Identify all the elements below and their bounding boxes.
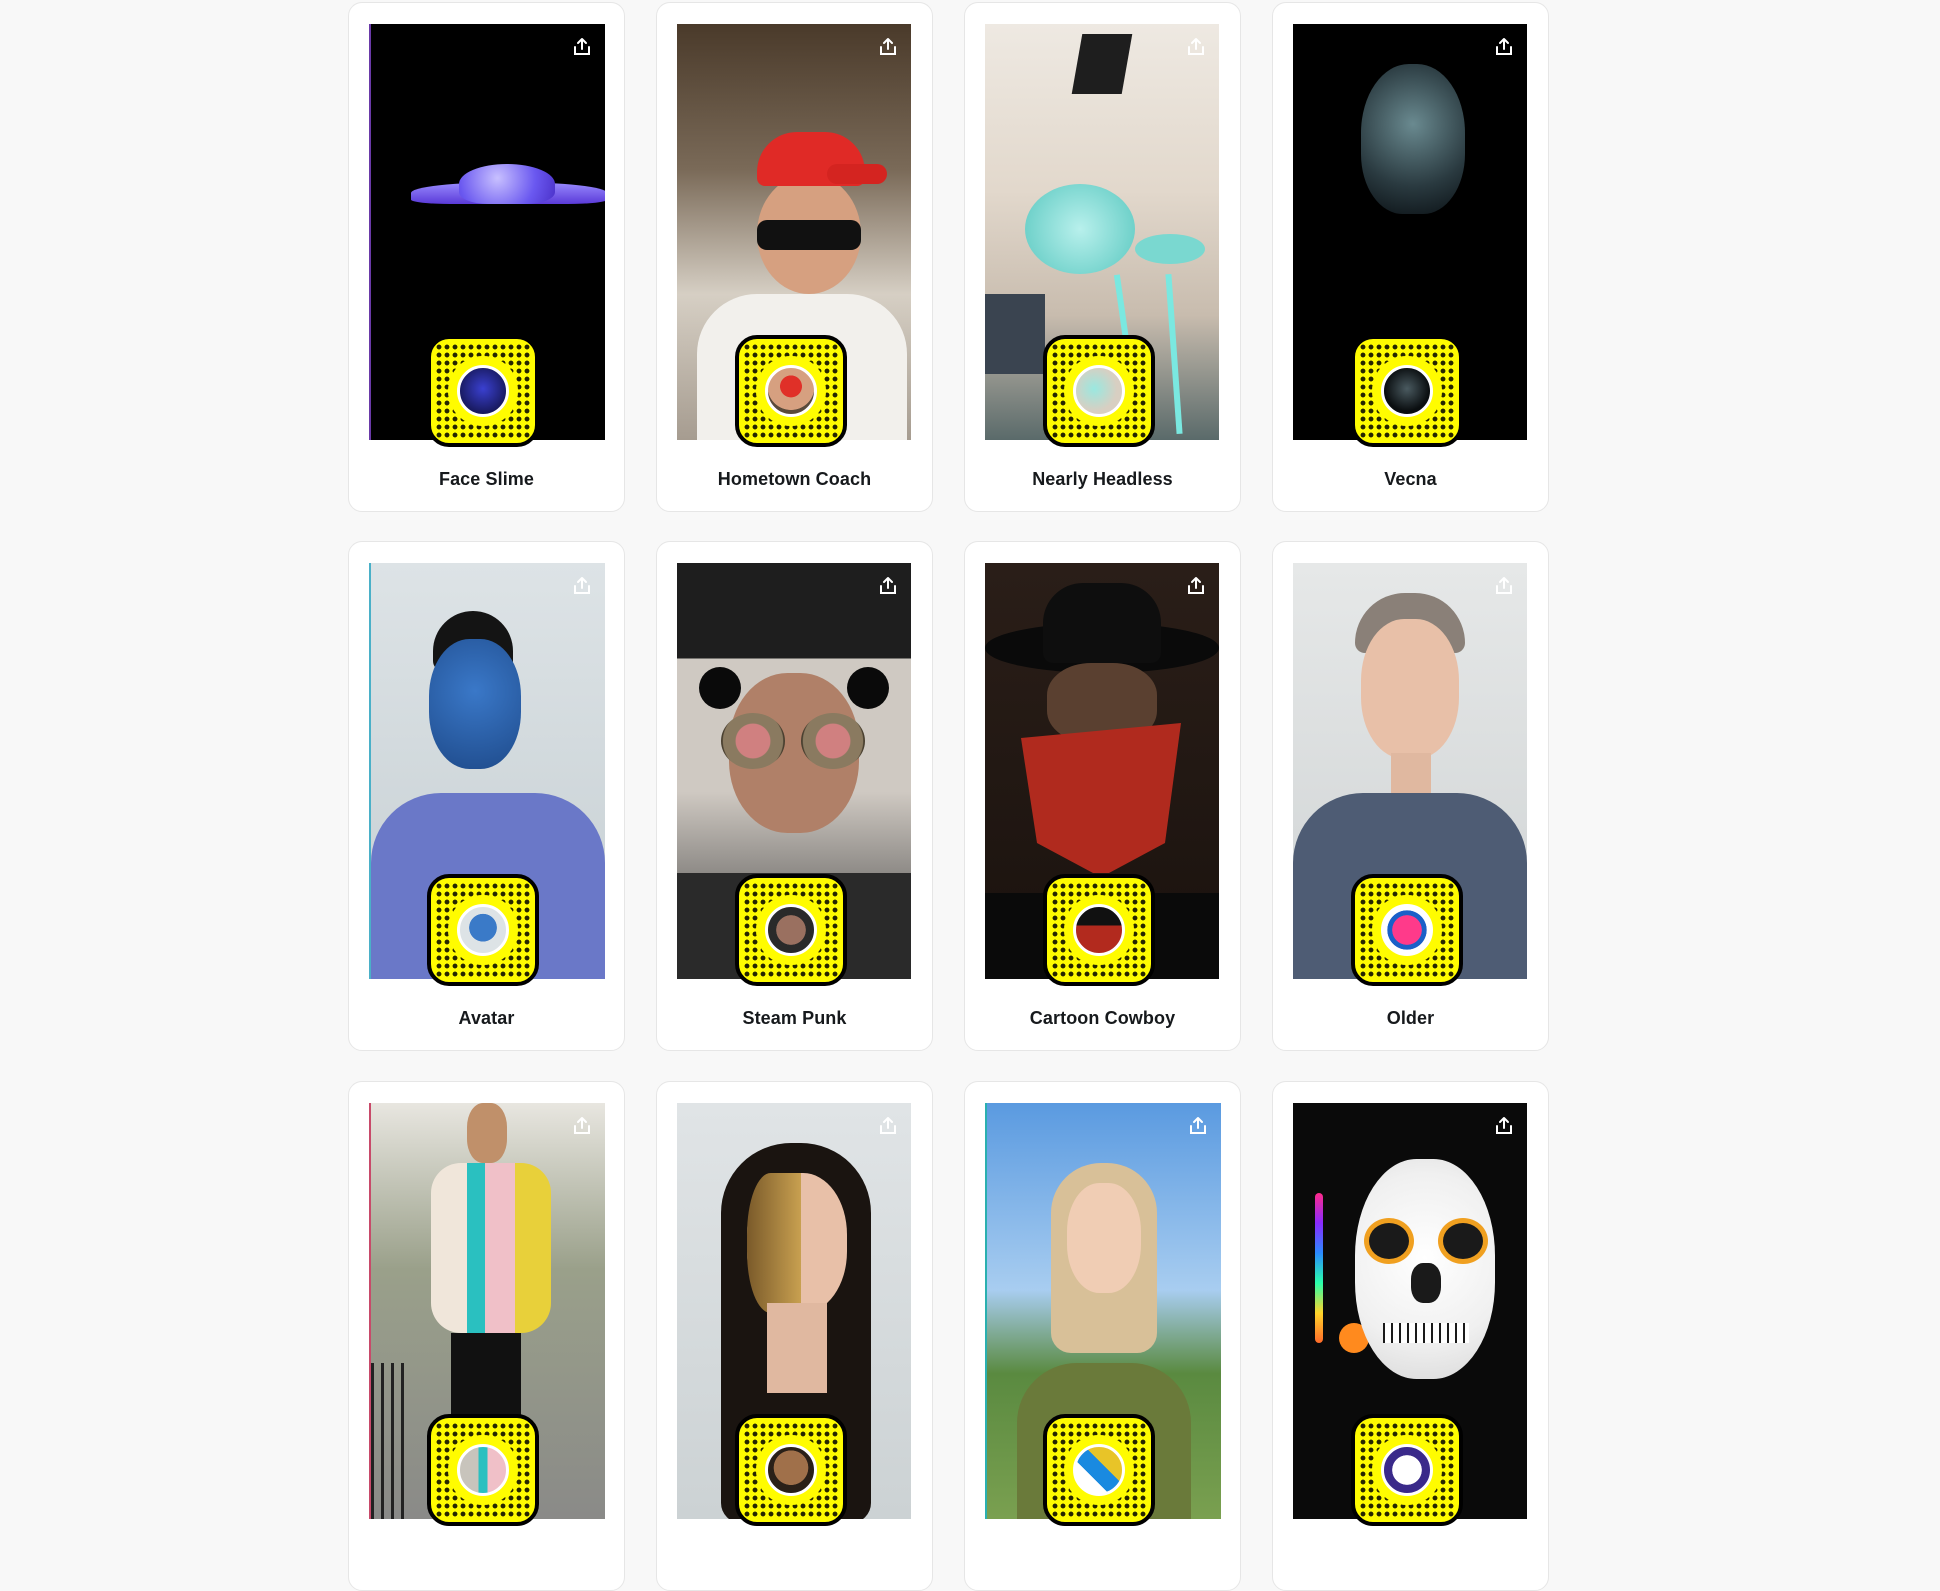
snapcode (735, 874, 847, 986)
lens-thumbnail (765, 904, 817, 956)
lens-title: Cartoon Cowboy (1029, 1008, 1176, 1028)
share-icon[interactable] (1185, 575, 1207, 597)
snapcode (427, 335, 539, 447)
lens-card[interactable]: Avatar (348, 541, 625, 1051)
lens-card[interactable]: Steam Punk (656, 541, 933, 1051)
lens-title: Nearly Headless (1032, 469, 1173, 489)
lens-thumbnail (457, 1444, 509, 1496)
share-icon[interactable] (877, 575, 899, 597)
share-icon[interactable] (877, 36, 899, 58)
lens-card[interactable]: Vecna (1272, 2, 1549, 512)
lens-title: Face Slime (438, 469, 535, 489)
lens-thumbnail (1381, 1444, 1433, 1496)
lens-title: Avatar (458, 1008, 515, 1028)
lens-grid: Face Slime Hometown Coach Nearly Headles… (348, 0, 1549, 1591)
snapcode (1043, 1414, 1155, 1526)
lens-thumbnail (1381, 904, 1433, 956)
share-icon[interactable] (877, 1115, 899, 1137)
lens-title: Hometown Coach (717, 469, 872, 489)
lens-title: Vecna (1384, 469, 1437, 489)
lens-card[interactable] (348, 1081, 625, 1591)
snapcode (735, 1414, 847, 1526)
lens-thumbnail (1381, 365, 1433, 417)
lens-thumbnail (1073, 1444, 1125, 1496)
share-icon[interactable] (1493, 575, 1515, 597)
lens-thumbnail (457, 904, 509, 956)
lens-title: Steam Punk (742, 1008, 847, 1028)
lens-thumbnail (1073, 365, 1125, 417)
lens-card[interactable]: Hometown Coach (656, 2, 933, 512)
snapcode (1043, 874, 1155, 986)
snapcode (427, 874, 539, 986)
lens-thumbnail (765, 365, 817, 417)
snapcode (1351, 1414, 1463, 1526)
lens-thumbnail (765, 1444, 817, 1496)
lens-title: Older (1386, 1008, 1435, 1028)
lens-card[interactable] (656, 1081, 933, 1591)
share-icon[interactable] (1493, 36, 1515, 58)
lens-card[interactable]: Cartoon Cowboy (964, 541, 1241, 1051)
snapcode (427, 1414, 539, 1526)
snapcode (1351, 335, 1463, 447)
share-icon[interactable] (1493, 1115, 1515, 1137)
snapcode (735, 335, 847, 447)
lens-card[interactable]: Older (1272, 541, 1549, 1051)
share-icon[interactable] (1185, 36, 1207, 58)
share-icon[interactable] (571, 36, 593, 58)
share-icon[interactable] (1187, 1115, 1209, 1137)
lens-card[interactable]: Nearly Headless (964, 2, 1241, 512)
lens-thumbnail (1073, 904, 1125, 956)
share-icon[interactable] (571, 1115, 593, 1137)
lens-card[interactable]: Face Slime (348, 2, 625, 512)
lens-card[interactable] (1272, 1081, 1549, 1591)
lens-thumbnail (457, 365, 509, 417)
snapcode (1351, 874, 1463, 986)
share-icon[interactable] (571, 575, 593, 597)
snapcode (1043, 335, 1155, 447)
lens-card[interactable] (964, 1081, 1241, 1591)
